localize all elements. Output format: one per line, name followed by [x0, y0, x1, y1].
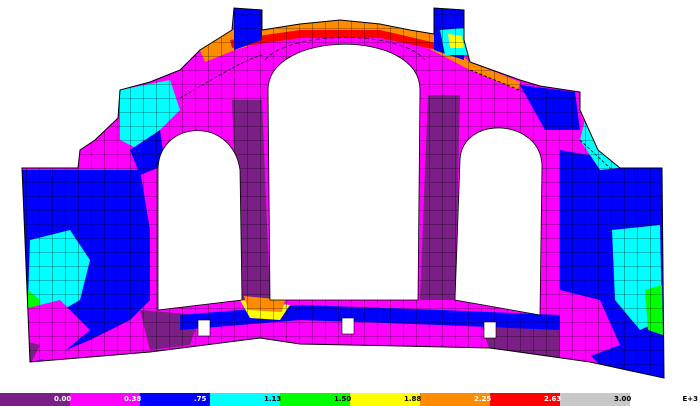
legend-label: 2.63	[544, 395, 562, 403]
legend-label: 1.88	[404, 395, 422, 403]
color-legend-bar: 0.00 0.38 .75 1.13 1.50 1.88 2.25 2.63 3.00 E+3	[0, 393, 700, 406]
legend-label: 3.00	[614, 395, 632, 403]
legend-label: 1.13	[264, 395, 282, 403]
legend-label: 0.38	[124, 395, 142, 403]
stress-contour-plot	[21, 7, 665, 379]
base-void-3	[483, 321, 497, 339]
left-arch-opening	[157, 130, 243, 311]
center-arch-opening	[267, 43, 421, 301]
base-void-2	[341, 317, 355, 335]
legend-label: 0.00	[54, 395, 72, 403]
legend-exponent: E+3	[682, 395, 698, 403]
legend-label: 1.50	[334, 395, 352, 403]
legend-label: .75	[194, 395, 207, 403]
legend-label: 2.25	[474, 395, 492, 403]
right-arch-opening	[454, 127, 543, 316]
base-void-1	[197, 319, 211, 337]
